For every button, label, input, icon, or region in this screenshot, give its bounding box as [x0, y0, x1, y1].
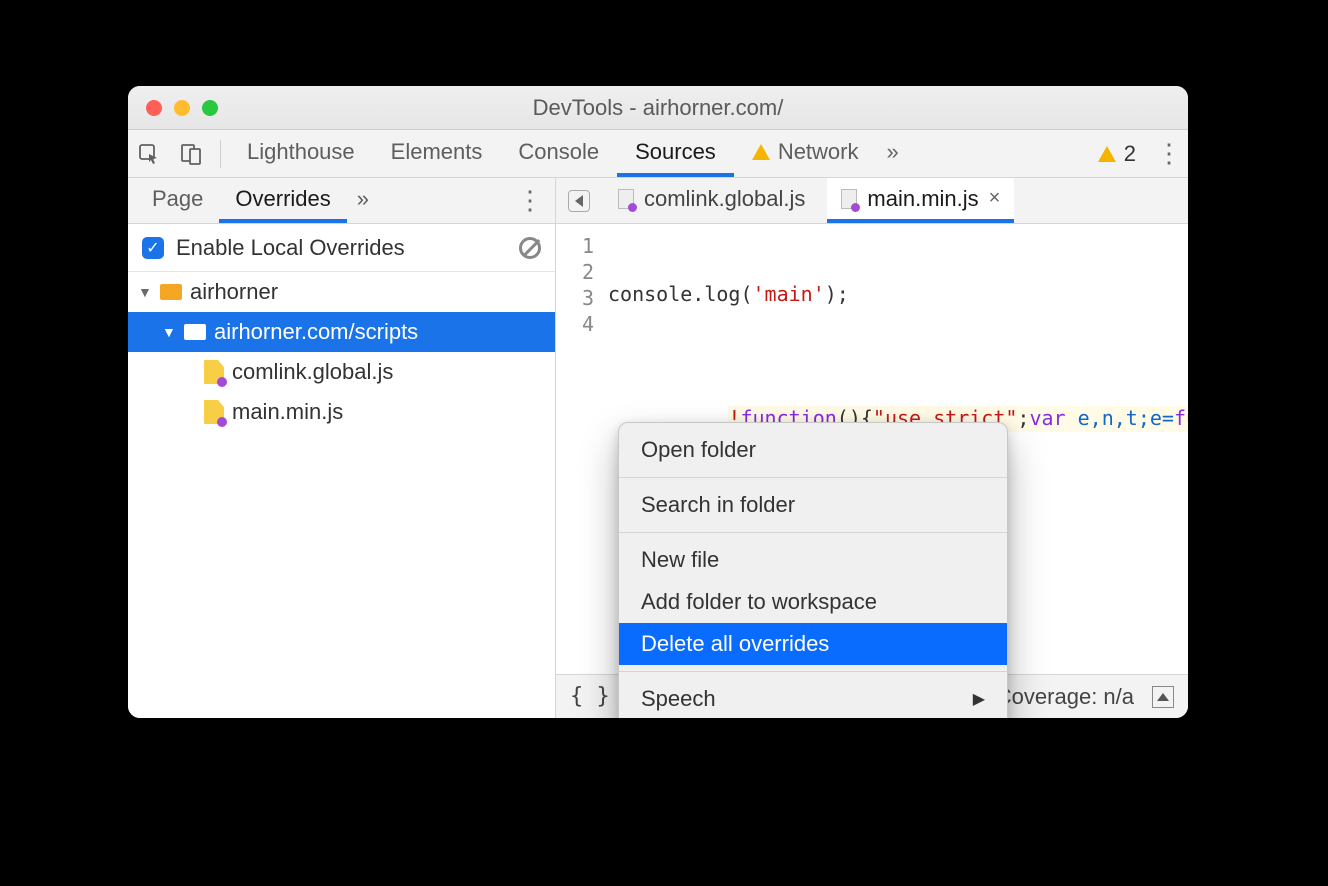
- titlebar: DevTools - airhorner.com/: [128, 86, 1188, 130]
- tab-label: Network: [778, 139, 859, 165]
- submenu-arrow-icon: ▶: [973, 689, 985, 709]
- close-icon[interactable]: [146, 100, 162, 116]
- tree-folder-scripts[interactable]: ▼ airhorner.com/scripts: [128, 312, 555, 352]
- main-tabstrip: Lighthouse Elements Console Sources Netw…: [128, 130, 1188, 178]
- collapse-icon[interactable]: [1152, 686, 1174, 708]
- tab-network[interactable]: Network: [734, 130, 877, 177]
- coverage-status: Coverage: n/a: [996, 684, 1134, 710]
- tree-folder-root[interactable]: ▼ airhorner: [128, 272, 555, 312]
- js-file-icon: [204, 360, 224, 384]
- window-controls: [128, 100, 218, 116]
- tree-file[interactable]: comlink.global.js: [128, 352, 555, 392]
- tree-label: comlink.global.js: [232, 359, 393, 385]
- ctx-delete-all-overrides[interactable]: Delete all overrides: [619, 623, 1007, 665]
- tree-label: airhorner.com/scripts: [214, 319, 418, 345]
- context-menu: Open folder Search in folder New file Ad…: [618, 422, 1008, 718]
- gutter: 1234: [556, 224, 602, 674]
- warning-count: 2: [1124, 141, 1136, 167]
- ctx-open-folder[interactable]: Open folder: [619, 429, 1007, 471]
- tab-sources[interactable]: Sources: [617, 130, 734, 177]
- folder-icon: [184, 324, 206, 340]
- navigator-tabs-overflow[interactable]: »: [347, 178, 379, 223]
- file-tree: ▼ airhorner ▼ airhorner.com/scripts coml…: [128, 272, 555, 718]
- editor-tab-comlink[interactable]: comlink.global.js: [604, 178, 819, 223]
- editor-tab-main[interactable]: main.min.js ×: [827, 178, 1014, 223]
- navigate-back-icon[interactable]: [562, 178, 596, 223]
- ctx-add-folder-workspace[interactable]: Add folder to workspace: [619, 581, 1007, 623]
- enable-overrides-label: Enable Local Overrides: [176, 235, 405, 261]
- pretty-print-icon[interactable]: { }: [570, 684, 610, 709]
- tab-label: comlink.global.js: [644, 186, 805, 212]
- enable-overrides-checkbox[interactable]: ✓: [142, 237, 164, 259]
- warning-icon: [1098, 146, 1116, 162]
- settings-menu-icon[interactable]: ⋮: [1150, 138, 1188, 169]
- tab-overrides[interactable]: Overrides: [219, 178, 346, 223]
- folder-icon: [160, 284, 182, 300]
- divider: [619, 671, 1007, 672]
- tab-label: Sources: [635, 139, 716, 165]
- overrides-toolbar: ✓ Enable Local Overrides: [128, 224, 555, 272]
- clear-icon[interactable]: [519, 237, 541, 259]
- expand-icon: ▼: [138, 284, 152, 300]
- editor-tabstrip: comlink.global.js main.min.js ×: [556, 178, 1188, 224]
- js-file-icon: [618, 189, 634, 209]
- tab-page[interactable]: Page: [136, 178, 219, 223]
- divider: [220, 140, 221, 168]
- tree-file[interactable]: main.min.js: [128, 392, 555, 432]
- tab-label: main.min.js: [867, 186, 978, 212]
- minimize-icon[interactable]: [174, 100, 190, 116]
- inspect-element-icon[interactable]: [128, 130, 170, 177]
- tab-console[interactable]: Console: [500, 130, 617, 177]
- tab-label: Lighthouse: [247, 139, 355, 165]
- tree-label: airhorner: [190, 279, 278, 305]
- devtools-window: DevTools - airhorner.com/ Lighthouse Ele…: [128, 86, 1188, 718]
- ctx-speech-submenu[interactable]: Speech▶: [619, 678, 1007, 718]
- close-tab-icon[interactable]: ×: [989, 187, 1001, 210]
- divider: [619, 532, 1007, 533]
- tab-elements[interactable]: Elements: [373, 130, 501, 177]
- warning-icon: [752, 144, 770, 160]
- zoom-icon[interactable]: [202, 100, 218, 116]
- tree-label: main.min.js: [232, 399, 343, 425]
- ctx-new-file[interactable]: New file: [619, 539, 1007, 581]
- js-file-icon: [204, 400, 224, 424]
- js-file-icon: [841, 189, 857, 209]
- navigator-tabstrip: Page Overrides » ⋮: [128, 178, 555, 224]
- tab-lighthouse[interactable]: Lighthouse: [229, 130, 373, 177]
- expand-icon: ▼: [162, 324, 176, 340]
- ctx-search-folder[interactable]: Search in folder: [619, 484, 1007, 526]
- device-toolbar-icon[interactable]: [170, 130, 212, 177]
- window-title: DevTools - airhorner.com/: [128, 95, 1188, 121]
- tab-label: Console: [518, 139, 599, 165]
- issues-counter[interactable]: 2: [1084, 141, 1150, 167]
- divider: [619, 477, 1007, 478]
- sources-navigator: Page Overrides » ⋮ ✓ Enable Local Overri…: [128, 178, 556, 718]
- navigator-menu-icon[interactable]: ⋮: [517, 185, 555, 216]
- tabs-overflow[interactable]: »: [877, 130, 909, 177]
- tab-label: Elements: [391, 139, 483, 165]
